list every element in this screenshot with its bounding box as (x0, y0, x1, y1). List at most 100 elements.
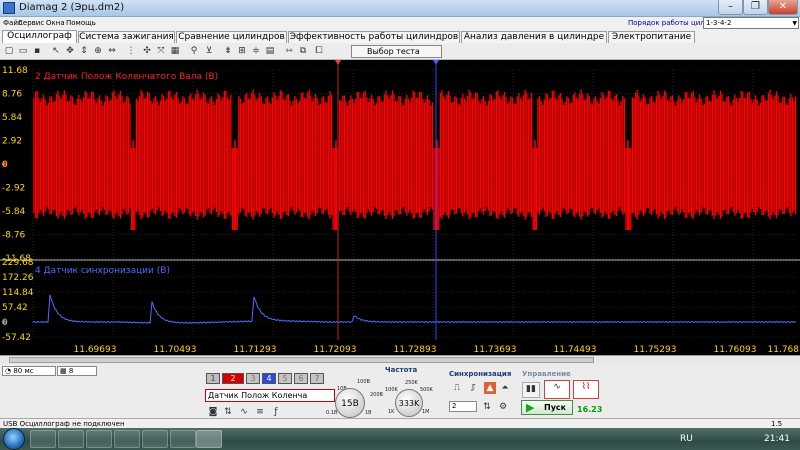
probe-small-icon[interactable]: ◙ (207, 406, 219, 418)
y-tick-label-bottom: -57.42 (2, 333, 31, 343)
sync-invert-icon[interactable]: ⇅ (481, 401, 493, 413)
oscilloscope-chart[interactable]: 11.688.765.842.920-2.92-5.84-8.76-11.68 … (0, 60, 800, 355)
taskbar-browser-icon[interactable] (30, 430, 56, 448)
single-shot-icon[interactable]: ∿ (544, 380, 570, 399)
channel-button-3[interactable]: 3 (246, 373, 260, 384)
fit-icon[interactable]: ✣ (141, 45, 153, 57)
expand-icon[interactable]: ⤧ (155, 45, 167, 57)
cursor-icon[interactable]: ↖ (50, 45, 62, 57)
test-select-label: Выбор теста (367, 47, 420, 56)
tab-ignition[interactable]: Система зажигания (78, 31, 175, 43)
menu-help[interactable]: Помощь (66, 19, 96, 27)
oscilloscope-panel[interactable]: 11.68 8.76 5.84 2.92 0 -2.92 -5.84 -8.76 -11.68 … (0, 60, 800, 355)
channel-button-4[interactable]: 4 (262, 373, 276, 384)
measure-icon[interactable]: ⧉ (297, 45, 309, 57)
volt-tick-1: 1В (365, 410, 372, 416)
function-icon[interactable]: ƒ (270, 406, 282, 418)
y-tick-label-top: 11.68 (2, 66, 28, 76)
split-icon[interactable]: ⊞ (236, 45, 248, 57)
probe-icon[interactable]: ⚲ (188, 45, 200, 57)
align-icon[interactable]: ⇟ (222, 45, 234, 57)
maximize-button[interactable]: ❐ (743, 0, 768, 15)
windows-start-icon[interactable] (3, 428, 25, 450)
x-tick-label: 11.73693 (474, 345, 517, 355)
test-select-dropdown[interactable]: Выбор теста (351, 45, 442, 58)
control-panel: ◔ 80 мс ▦ 8 1 2 3 4 5 6 7 Датчик Полож К… (0, 364, 800, 418)
tab-cylinder-efficiency[interactable]: Эффективность работы цилиндров (288, 31, 460, 43)
x-axis: 11.69693 11.70493 11.71293 11.72093 11.72893… (74, 345, 800, 355)
language-indicator[interactable]: RU (680, 434, 693, 444)
zoom-vertical-icon[interactable]: ⇕ (78, 45, 90, 57)
taskbar-explorer-icon[interactable] (86, 430, 112, 448)
filter-icon[interactable]: ∿ (238, 406, 250, 418)
taskbar-diamag-icon[interactable] (196, 430, 222, 448)
volt-tick-100: 100В (357, 379, 370, 385)
taskbar-archive-icon[interactable] (142, 430, 168, 448)
division-select[interactable]: ▦ 8 (57, 366, 97, 376)
horizontal-scrollbar[interactable] (0, 355, 800, 364)
timebase-select[interactable]: ◔ 80 мс (2, 366, 56, 376)
toolbar: ▢ ▭ ▪ ↖ ✥ ⇕ ⊕ ⇔ ⋮ ✣ ⤧ ▦ ⚲ ⊻ ⇟ ⊞ ≑ ▤ ⇿ ⧉ … (0, 43, 800, 60)
cursor-marker-a[interactable] (335, 60, 341, 65)
scale-icon[interactable]: ⇿ (283, 45, 295, 57)
zero-icon[interactable]: ⊻ (203, 45, 215, 57)
channel-button-5[interactable]: 5 (278, 373, 292, 384)
sync-channel-select[interactable]: 2 (449, 401, 477, 412)
pause-icon[interactable]: ▮▮ (522, 382, 540, 398)
tab-oscilloscope[interactable]: Осциллограф (2, 30, 77, 43)
y-tick-label-top: 5.84 (2, 113, 22, 123)
channel-button-6[interactable]: 6 (294, 373, 308, 384)
trigger-auto-icon[interactable]: ▲ (484, 382, 496, 394)
stack-icon[interactable]: ≑ (250, 45, 262, 57)
x-tick-label: 11.768 (768, 345, 800, 355)
taskbar-chrome-icon[interactable] (170, 430, 196, 448)
scrollbar-thumb[interactable] (9, 357, 594, 363)
continuous-icon[interactable]: ⌇⌇ (573, 380, 599, 399)
cylinder-order-select[interactable]: 1-3-4-2 ▼ (703, 17, 799, 29)
trigger-falling-icon[interactable]: ⎎ (467, 382, 479, 394)
taskbar-folder-icon[interactable] (114, 430, 140, 448)
open-icon[interactable]: ▭ (17, 45, 29, 57)
sync-settings-icon[interactable]: ⚙ (497, 401, 509, 413)
sensor-select[interactable]: Датчик Полож Коленча (205, 389, 335, 402)
math-icon[interactable]: ≡ (254, 406, 266, 418)
frequency-knob-value: 333K (398, 399, 420, 408)
grid-icon[interactable]: ▦ (169, 45, 181, 57)
cursor-marker-b[interactable] (433, 60, 439, 65)
y-tick-label-top: 2.92 (2, 137, 22, 147)
freq-tick-1m: 1M (422, 409, 430, 415)
trigger-level-icon[interactable]: ⏶ (499, 382, 511, 394)
fill-icon[interactable]: ▤ (264, 45, 276, 57)
y-tick-label-bottom: 114.84 (2, 288, 34, 298)
new-icon[interactable]: ▢ (3, 45, 15, 57)
menu-windows[interactable]: Окна (46, 19, 65, 27)
minimize-button[interactable]: – (718, 0, 743, 15)
menu-service[interactable]: Сервис (18, 19, 44, 27)
tab-power[interactable]: Электропитание (608, 31, 695, 43)
freq-tick-250k: 250K (405, 380, 418, 386)
zoom-in-icon[interactable]: ⊕ (92, 45, 104, 57)
trigger-rising-icon[interactable]: ⎍ (451, 382, 463, 394)
compare-icon[interactable]: ⧠ (313, 45, 325, 57)
freq-tick-500k: 500K (420, 387, 433, 393)
taskbar-clock[interactable]: 21:41 (764, 434, 790, 444)
status-bar: USB Осциллограф не подключен 1.5 (0, 418, 800, 428)
grid-small-icon: ▦ (60, 367, 69, 375)
tab-pressure[interactable]: Анализ давления в цилиндре (461, 31, 607, 43)
channel-button-2[interactable]: 2 (222, 373, 244, 384)
cursor-lines-icon[interactable]: ⋮ (125, 45, 137, 57)
freq-tick-100k: 100K (385, 387, 398, 393)
taskbar-media-icon[interactable] (58, 430, 84, 448)
invert-icon[interactable]: ⇅ (222, 406, 234, 418)
move-icon[interactable]: ✥ (64, 45, 76, 57)
x-tick-label: 11.69693 (74, 345, 117, 355)
save-icon[interactable]: ▪ (31, 45, 43, 57)
channel-button-7[interactable]: 7 (310, 373, 324, 384)
tab-cylinder-compare[interactable]: Сравнение цилиндров (176, 31, 287, 43)
window-title: Diamag 2 (Эрц.dm2) (19, 2, 125, 13)
zoom-horizontal-icon[interactable]: ⇔ (106, 45, 118, 57)
channel-button-1[interactable]: 1 (206, 373, 220, 384)
start-button-label: Пуск (544, 403, 567, 412)
y-tick-label-top: 8.76 (2, 90, 22, 100)
close-button[interactable]: ✕ (768, 0, 798, 15)
